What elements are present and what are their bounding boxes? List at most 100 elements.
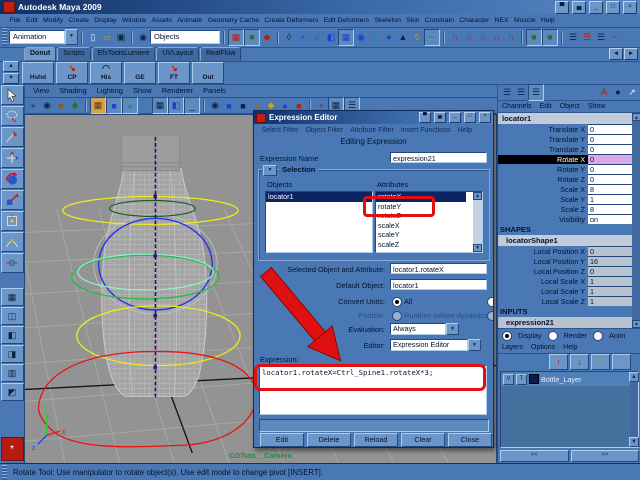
channel-row[interactable]: Translate X0 [498, 124, 632, 134]
editor-dropdown[interactable]: Expression Editor ▼ [390, 339, 481, 351]
field-chart-icon[interactable]: ▦ [152, 97, 168, 114]
channel-layout-2-icon[interactable]: ☰ [514, 85, 528, 100]
shelf-tab-scripts[interactable]: Scripts [57, 47, 90, 61]
layers-menu[interactable]: Layers [498, 344, 527, 351]
help-line-drag-handle[interactable] [2, 465, 7, 480]
render-view-icon[interactable]: ☰ [566, 30, 580, 45]
output-connections-icon[interactable]: ■ [542, 29, 558, 46]
channel-row[interactable]: Translate Z0 [498, 144, 632, 154]
collapse-frame-icon[interactable]: ▼ [263, 165, 277, 176]
expression-textarea[interactable]: locator1.rotateX=Ctrl_Spine1.rotateX*3; [259, 365, 487, 415]
select-component-icon[interactable]: ◆ [260, 30, 274, 45]
shelf-menu-arrow-icon[interactable]: ▾ [3, 73, 19, 84]
open-scene-icon[interactable]: ▱ [100, 30, 114, 45]
menu-create[interactable]: Create [66, 17, 92, 24]
attribute-item-scalex[interactable]: scaleX [376, 221, 482, 231]
select-by-type-icon[interactable]: ○ [310, 30, 324, 45]
channel-layout-1-icon[interactable]: ☰ [500, 85, 514, 100]
dialog-rollup-button[interactable]: ▀ [419, 112, 431, 123]
layer-list-scrollbar[interactable]: ▲ ▼ [630, 372, 638, 447]
panel-menu-lighting[interactable]: Lighting [92, 86, 128, 95]
scroll-down-icon[interactable]: ▼ [473, 244, 482, 252]
input-node-name[interactable]: expression21 [498, 317, 632, 328]
cb-show-menu[interactable]: Show [584, 103, 610, 110]
shelf-tab-uvlayout[interactable]: UVLayout [156, 47, 199, 61]
attribute-item-rotatez[interactable]: rotateZ [376, 211, 482, 221]
select-all-icon[interactable]: ◧ [324, 30, 338, 45]
shelf-button-hshd[interactable]: Hshd [22, 62, 54, 84]
layer-visibility-toggle[interactable]: V [503, 374, 514, 385]
selected-object-attr-field[interactable]: locator1.rotateX [390, 263, 487, 274]
panel-menu-panels[interactable]: Panels [198, 86, 231, 95]
channel-row[interactable]: Local Scale Z1 [498, 296, 632, 306]
expression-name-field[interactable]: expression21 [390, 152, 487, 163]
shelf-tab-efxtoolslumiere[interactable]: EfxToolsLumiere [92, 47, 156, 61]
object-item-locator1[interactable]: locator1 [266, 192, 372, 202]
shelf-button-cp[interactable]: ↘ CP [56, 62, 88, 84]
channel-box-scrollbar[interactable]: ▲ ▼ [632, 113, 640, 328]
safe-action-icon[interactable]: ◧ [168, 97, 184, 114]
insert-functions-menu[interactable]: Insert Functions [397, 127, 454, 134]
menu-nex[interactable]: NEX [492, 17, 511, 24]
texture-icon[interactable]: ● [368, 30, 382, 45]
lock-selection-icon[interactable]: ◊ [282, 30, 296, 45]
edit-button[interactable]: Edit [260, 433, 304, 447]
grid-display-icon[interactable]: ▦ [338, 29, 354, 46]
attribute-editor-icon[interactable]: A [597, 85, 611, 100]
dialog-pin-button[interactable]: ▄ [434, 112, 446, 123]
save-scene-icon[interactable]: ▣ [114, 30, 128, 45]
layout-four-pane-button[interactable]: ◫ [1, 307, 24, 325]
close-button[interactable]: Close [448, 433, 492, 447]
scroll-down-icon[interactable]: ▼ [629, 437, 639, 447]
new-layer-with-selected-icon[interactable]: * [612, 354, 631, 370]
history-lock-icon[interactable]: ◊ [410, 30, 424, 45]
render-radio[interactable] [548, 331, 558, 341]
lasso-tool-button[interactable] [1, 106, 24, 126]
scroll-up-icon[interactable]: ▲ [629, 372, 639, 382]
panel-menu-show[interactable]: Show [128, 86, 157, 95]
gate-mask-icon[interactable]: ○ [138, 98, 152, 113]
scroll-down-icon[interactable]: ▼ [632, 320, 640, 328]
layout-hypershade-persp-button[interactable]: ▥ [1, 364, 24, 382]
menu-edit-deformers[interactable]: Edit Deformers [321, 17, 372, 24]
menu-skin[interactable]: Skin [404, 17, 423, 24]
menu-character[interactable]: Character [457, 17, 492, 24]
snap-plane-icon[interactable]: ∩ [490, 30, 504, 45]
layer-color-swatch[interactable] [529, 374, 539, 384]
menu-file[interactable]: File [7, 17, 23, 24]
anim-radio[interactable] [593, 331, 603, 341]
panel-menu-shading[interactable]: Shading [54, 86, 92, 95]
layout-persp-graph-button[interactable]: ◨ [1, 345, 24, 363]
object-filter-menu[interactable]: Object Filter [302, 127, 347, 134]
layer-type-toggle[interactable]: T [516, 374, 527, 385]
attribute-item-rotatex[interactable]: rotateX [376, 192, 466, 202]
snap-grid-icon[interactable]: ∩ [448, 30, 462, 45]
select-tool-button[interactable] [1, 85, 24, 105]
selection-mask-combo[interactable]: Objects [150, 30, 220, 44]
shelf-button-out[interactable]: Out [192, 62, 224, 84]
channel-row[interactable]: Scale Z8 [498, 204, 632, 214]
shelf-button-his[interactable]: ◠ His [90, 62, 122, 84]
channel-row[interactable]: Scale Y1 [498, 194, 632, 204]
dialog-help-menu[interactable]: Help [454, 127, 475, 134]
attribute-filter-menu[interactable]: Attribute Filter [347, 127, 398, 134]
shelf-button-ge[interactable]: GE [124, 62, 156, 84]
cb-object-menu[interactable]: Object [556, 103, 584, 110]
objects-list[interactable]: locator1 [265, 191, 373, 253]
panel-menu-renderer[interactable]: Renderer [157, 86, 198, 95]
rollup-window-button[interactable]: ▀ [555, 1, 569, 14]
shaded-icon[interactable]: ● [382, 30, 396, 45]
channel-row[interactable]: Scale X8 [498, 184, 632, 194]
le-options-menu[interactable]: Options [527, 344, 559, 351]
camera-lock-icon[interactable]: ◉ [40, 98, 54, 113]
next-panel-button[interactable]: >> [571, 450, 640, 462]
menu-window[interactable]: Window [119, 17, 149, 24]
pin-window-button[interactable]: ▄ [572, 1, 586, 14]
attribute-item-scalez[interactable]: scaleZ [376, 240, 482, 250]
menu-help[interactable]: Help [538, 17, 557, 24]
channel-row[interactable]: Local Position Z0 [498, 266, 632, 276]
channel-row[interactable]: Rotate Y0 [498, 164, 632, 174]
move-layer-up-icon[interactable]: ↑ [549, 354, 568, 370]
dialog-close-button[interactable]: × [479, 112, 491, 123]
close-button[interactable]: × [623, 1, 637, 14]
